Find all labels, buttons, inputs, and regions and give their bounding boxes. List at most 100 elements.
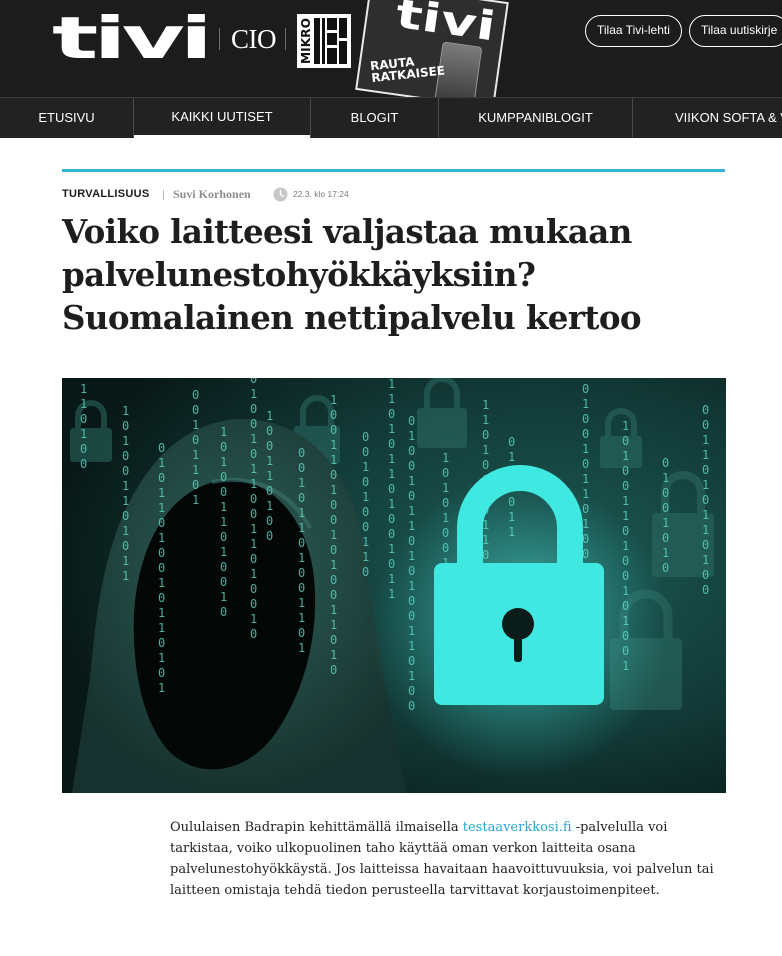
binary-digit: 1 <box>250 537 257 551</box>
binary-digit: 0 <box>158 591 165 605</box>
binary-digit: 1 <box>582 472 589 486</box>
binary-digit: 1 <box>220 425 227 439</box>
subscribe-newsletter-button[interactable]: Tilaa uutiskirje <box>689 15 782 47</box>
binary-digit: 0 <box>122 449 129 463</box>
binary-digit: 1 <box>158 606 165 620</box>
binary-digit: 0 <box>388 407 395 421</box>
magazine-cover[interactable]: tivi RAUTA RATKAISEE <box>355 0 509 97</box>
binary-digit: 1 <box>158 456 165 470</box>
binary-digit: 1 <box>298 641 305 655</box>
binary-digit: 1 <box>330 603 337 617</box>
article-title: Voiko laitteesi valjastaa mukaan palvelu… <box>62 210 762 339</box>
nav-item-blogit[interactable]: BLOGIT <box>311 98 438 138</box>
binary-digit: 1 <box>298 506 305 520</box>
binary-digit: 0 <box>662 501 669 515</box>
binary-digit: 1 <box>330 438 337 452</box>
magazine-title: tivi <box>394 0 499 45</box>
mikro-logo[interactable]: MIKRO <box>297 14 351 68</box>
article-title-line: Suomalainen nettipalvelu kertoo <box>62 298 642 337</box>
binary-digit: 0 <box>330 633 337 647</box>
binary-digit: 0 <box>622 464 629 478</box>
binary-digit: 1 <box>250 462 257 476</box>
binary-digit: 1 <box>122 479 129 493</box>
magazine-cover-text: RAUTA RATKAISEE <box>369 54 446 86</box>
binary-digit: 1 <box>442 451 449 465</box>
binary-digit: 1 <box>158 651 165 665</box>
binary-digit: 0 <box>298 581 305 595</box>
binary-digit: 0 <box>250 597 257 611</box>
binary-digit: 1 <box>298 551 305 565</box>
binary-digit: 1 <box>266 499 273 513</box>
binary-digit: 0 <box>250 417 257 431</box>
binary-digit: 1 <box>250 432 257 446</box>
mikro-logo-text: MIKRO <box>299 18 313 64</box>
binary-digit: 0 <box>408 489 415 503</box>
hero-image: 0110100101001101011010110100101101010010… <box>62 378 726 793</box>
binary-digit: 1 <box>408 474 415 488</box>
cio-logo[interactable]: CIO <box>231 24 277 55</box>
binary-digit: 1 <box>122 434 129 448</box>
category-link[interactable]: TURVALLISUUS <box>62 188 150 200</box>
binary-digit: 0 <box>266 529 273 543</box>
testaaverkkosi-link[interactable]: testaaverkkosi.fi <box>463 820 572 835</box>
binary-digit: 1 <box>158 681 165 695</box>
article-title-line: Voiko laitteesi valjastaa mukaan <box>62 212 632 251</box>
binary-digit: 0 <box>330 588 337 602</box>
binary-digit: 1 <box>220 545 227 559</box>
author-link[interactable]: Suvi Korhonen <box>173 187 251 202</box>
nav-item-viikon-softa[interactable]: VIIKON SOFTA & V <box>633 98 782 138</box>
binary-digit: 0 <box>582 457 589 471</box>
binary-digit: 0 <box>330 663 337 677</box>
binary-digit: 0 <box>362 520 369 534</box>
article-lead: Oululaisen Badrapin kehittämällä ilmaise… <box>170 817 730 901</box>
nav-item-etusivu[interactable]: ETUSIVU <box>0 98 133 138</box>
binary-digit: 1 <box>330 648 337 662</box>
binary-digit: 0 <box>158 666 165 680</box>
binary-digit: 1 <box>220 455 227 469</box>
binary-digit: 0 <box>298 461 305 475</box>
binary-digit: 1 <box>158 486 165 500</box>
binary-digit: 0 <box>662 486 669 500</box>
binary-digit: 1 <box>482 413 489 427</box>
binary-digit: 0 <box>702 493 709 507</box>
binary-digit: 0 <box>266 514 273 528</box>
binary-digit: 0 <box>122 539 129 553</box>
binary-digit: 0 <box>122 464 129 478</box>
nav-item-kaikki-uutiset[interactable]: KAIKKI UUTISET <box>134 98 310 138</box>
subscribe-magazine-button[interactable]: Tilaa Tivi-lehti <box>585 15 682 47</box>
binary-digit: 0 <box>330 408 337 422</box>
binary-digit: 0 <box>702 418 709 432</box>
binary-digit: 1 <box>266 409 273 423</box>
binary-digit: 1 <box>702 523 709 537</box>
brand-divider <box>285 28 286 50</box>
binary-digit: 0 <box>388 512 395 526</box>
tivi-logo[interactable]: tivi <box>52 14 212 64</box>
binary-digit: 0 <box>158 471 165 485</box>
binary-digit: 1 <box>362 550 369 564</box>
binary-digit: 0 <box>622 479 629 493</box>
binary-digit: 0 <box>192 478 199 492</box>
nav-item-kumppaniblogit[interactable]: KUMPPANIBLOGIT <box>439 98 632 138</box>
binary-digit: 0 <box>266 424 273 438</box>
binary-digit: 0 <box>330 423 337 437</box>
binary-digit: 0 <box>330 513 337 527</box>
meta-divider <box>163 190 164 200</box>
binary-digit: 1 <box>80 397 87 411</box>
binary-digit: 0 <box>122 509 129 523</box>
binary-digit: 0 <box>662 561 669 575</box>
binary-digit: 0 <box>250 507 257 521</box>
magazine-logo: tivi <box>394 0 499 45</box>
binary-digit: 1 <box>220 515 227 529</box>
binary-digit: 0 <box>582 412 589 426</box>
binary-digit: 0 <box>220 485 227 499</box>
binary-digit: 1 <box>330 528 337 542</box>
binary-digit: 1 <box>330 618 337 632</box>
binary-digit: 0 <box>388 482 395 496</box>
binary-digit: 0 <box>250 627 257 641</box>
binary-digit: 0 <box>220 560 227 574</box>
binary-digit: 1 <box>122 494 129 508</box>
article-top-rule <box>62 169 725 172</box>
binary-digit: 1 <box>158 621 165 635</box>
binary-digit: 1 <box>388 497 395 511</box>
binary-digit: 0 <box>80 457 87 471</box>
